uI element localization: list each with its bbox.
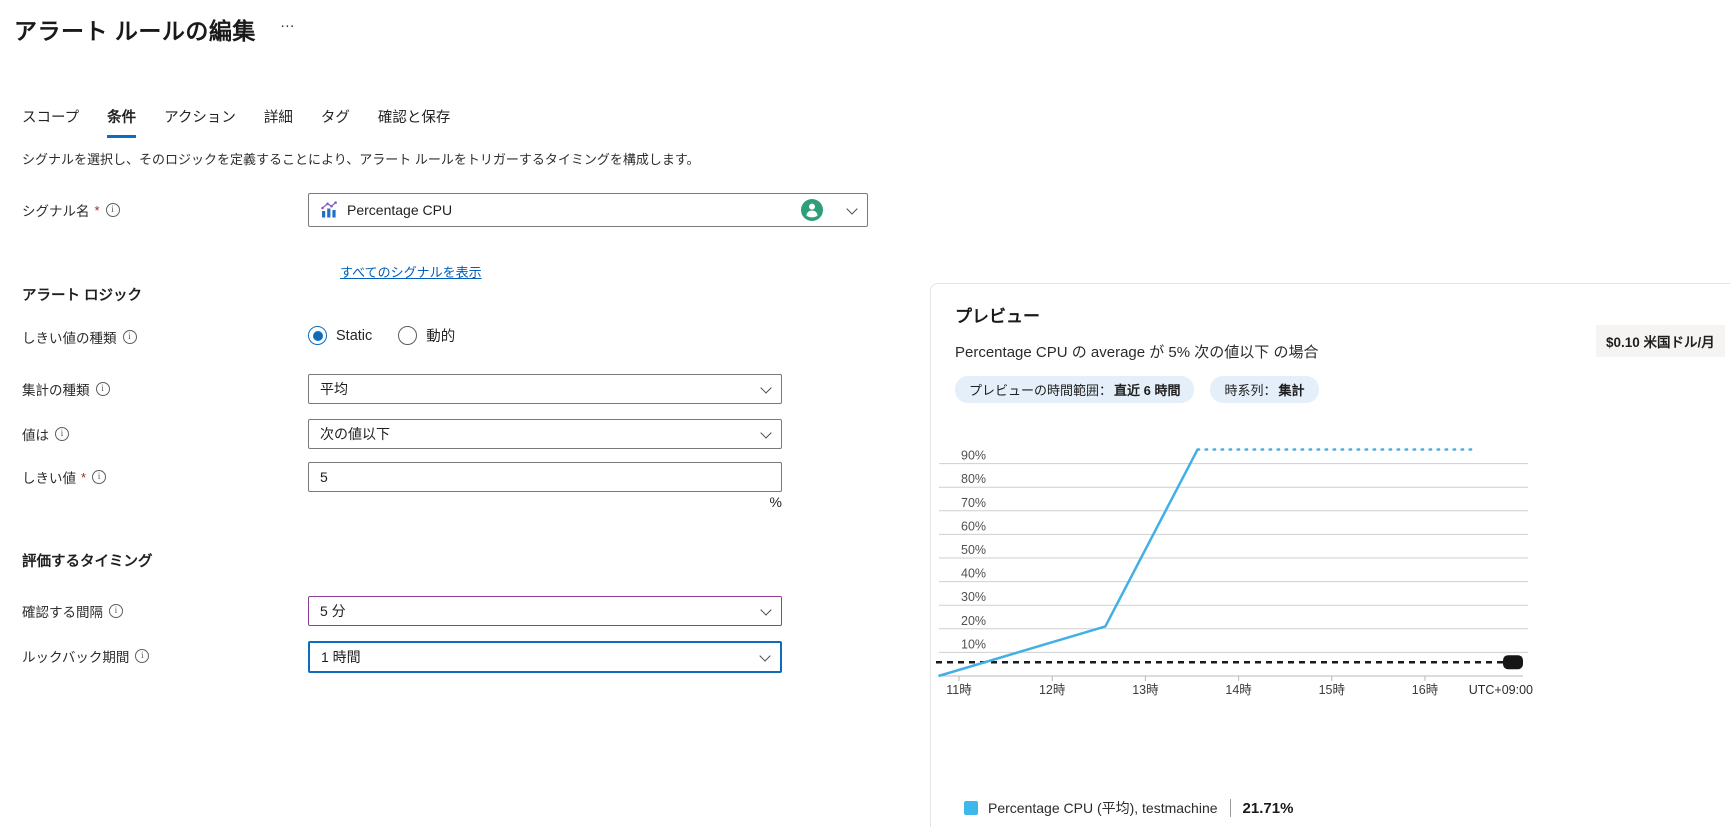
lookback-label: ルックバック期間: [22, 646, 149, 666]
svg-text:80%: 80%: [961, 472, 986, 486]
info-icon[interactable]: [109, 604, 123, 618]
tab-5[interactable]: 確認と保存: [378, 106, 451, 138]
signal-select-value: Percentage CPU: [347, 202, 452, 218]
tab-3[interactable]: 詳細: [264, 106, 293, 138]
chevron-down-icon: [760, 382, 771, 393]
threshold-value-label: しきい値 *: [22, 467, 106, 487]
info-icon[interactable]: [123, 330, 137, 344]
radio-unselected-icon: [398, 326, 417, 345]
info-icon[interactable]: [92, 470, 106, 484]
operator-select[interactable]: 次の値以下: [308, 419, 782, 449]
threshold-handle[interactable]: [1503, 655, 1523, 669]
svg-text:50%: 50%: [961, 543, 986, 557]
price-badge: $0.10 米国ドル/月: [1596, 325, 1725, 357]
signal-badge-icon: [801, 199, 823, 221]
signal-select[interactable]: Percentage CPU: [308, 193, 868, 227]
page-header: アラート ルールの編集 …: [14, 12, 296, 46]
svg-text:90%: 90%: [961, 449, 986, 463]
chart-legend: Percentage CPU (平均), testmachine 21.71%: [964, 798, 1293, 818]
alert-logic-heading: アラート ロジック: [22, 284, 142, 305]
svg-text:UTC+09:00: UTC+09:00: [1469, 683, 1533, 697]
chevron-down-icon: [846, 203, 857, 214]
legend-separator: [1230, 799, 1231, 817]
radio-selected-icon: [308, 326, 327, 345]
lookback-select[interactable]: 1 時間: [308, 641, 782, 673]
evaluation-heading: 評価するタイミング: [22, 550, 153, 571]
threshold-input[interactable]: [308, 462, 782, 492]
info-icon[interactable]: [55, 427, 69, 441]
required-asterisk: *: [95, 203, 100, 218]
svg-text:11時: 11時: [946, 683, 972, 697]
alert-rule-edit-page: アラート ルールの編集 … スコープ条件アクション詳細タグ確認と保存 シグナルを…: [0, 0, 1730, 827]
frequency-label: 確認する間隔: [22, 601, 123, 621]
radio-dynamic[interactable]: 動的: [398, 325, 455, 346]
threshold-unit: %: [308, 494, 782, 510]
svg-text:16時: 16時: [1412, 683, 1439, 697]
signal-name-label: シグナル名 *: [22, 200, 120, 220]
preview-badges: プレビューの時間範囲：直近 6 時間時系列：集計: [955, 376, 1319, 403]
svg-text:15時: 15時: [1319, 683, 1346, 697]
svg-text:70%: 70%: [961, 496, 986, 510]
threshold-type-label: しきい値の種類: [22, 327, 137, 347]
tab-4[interactable]: タグ: [321, 106, 350, 138]
svg-text:14時: 14時: [1225, 683, 1252, 697]
aggregation-label: 集計の種類: [22, 379, 110, 399]
condition-summary: Percentage CPU の average が 5% 次の値以下 の場合: [955, 341, 1318, 362]
preview-chart: 10% 20% 30% 40% 50% 60% 70% 80% 90% 11時 12時 13時 14時 1…: [931, 431, 1551, 721]
legend-series-name: Percentage CPU (平均), testmachine: [988, 798, 1218, 818]
legend-current-value: 21.71%: [1243, 800, 1294, 817]
preview-badge-0: プレビューの時間範囲：直近 6 時間: [955, 376, 1194, 403]
show-all-signals-link[interactable]: すべてのシグナルを表示: [340, 262, 482, 281]
svg-text:13時: 13時: [1132, 683, 1159, 697]
svg-text:20%: 20%: [961, 614, 986, 628]
svg-text:10%: 10%: [961, 637, 986, 651]
svg-text:40%: 40%: [961, 567, 986, 581]
info-icon[interactable]: [96, 382, 110, 396]
svg-text:60%: 60%: [961, 519, 986, 533]
info-icon[interactable]: [135, 649, 149, 663]
chevron-down-icon: [760, 427, 771, 438]
aggregation-select[interactable]: 平均: [308, 374, 782, 404]
frequency-select[interactable]: 5 分: [308, 596, 782, 626]
preview-panel: プレビュー $0.10 米国ドル/月 Percentage CPU の aver…: [930, 283, 1730, 827]
page-title: アラート ルールの編集: [14, 12, 256, 46]
svg-text:12時: 12時: [1039, 683, 1066, 697]
more-options-button[interactable]: …: [280, 12, 296, 31]
tab-2[interactable]: アクション: [164, 106, 236, 138]
threshold-type-radio-group: Static 動的: [308, 325, 455, 346]
info-icon[interactable]: [106, 203, 120, 217]
tab-bar: スコープ条件アクション詳細タグ確認と保存: [22, 106, 450, 138]
tab-0[interactable]: スコープ: [22, 106, 79, 138]
radio-static[interactable]: Static: [308, 326, 372, 345]
metric-chart-icon: [320, 201, 338, 219]
operator-label: 値は: [22, 424, 69, 444]
required-asterisk: *: [81, 470, 86, 485]
tab-1[interactable]: 条件: [107, 106, 136, 138]
page-description: シグナルを選択し、そのロジックを定義することにより、アラート ルールをトリガーす…: [22, 149, 700, 168]
svg-text:30%: 30%: [961, 590, 986, 604]
preview-title: プレビュー: [955, 302, 1040, 327]
chevron-down-icon: [760, 604, 771, 615]
legend-color-swatch: [964, 801, 978, 815]
preview-badge-1: 時系列：集計: [1210, 376, 1318, 403]
chevron-down-icon: [759, 650, 770, 661]
